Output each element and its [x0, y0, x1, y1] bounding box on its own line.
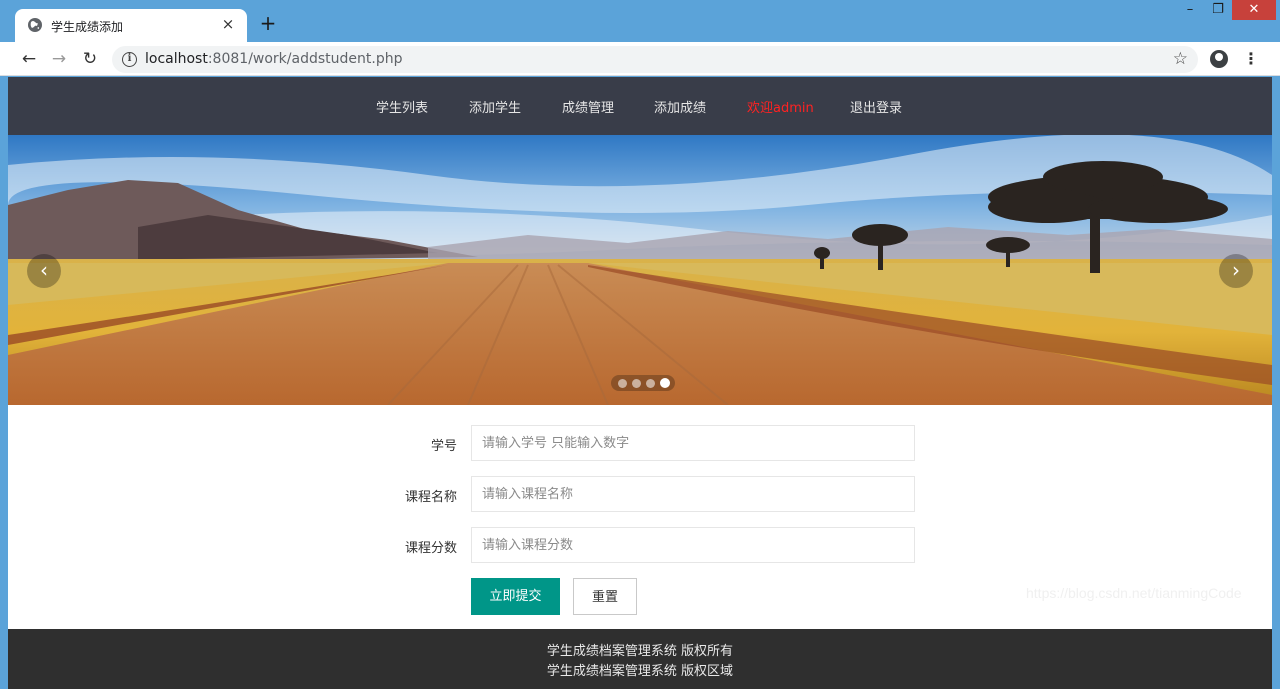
window-minimize-button[interactable]: –: [1176, 0, 1204, 20]
nav-student-list[interactable]: 学生列表: [376, 97, 428, 116]
tab-close-icon[interactable]: ×: [219, 15, 237, 33]
address-bar[interactable]: i localhost:8081/work/addstudent.php ☆: [112, 46, 1198, 73]
browser-tab[interactable]: 学生成绩添加 ×: [15, 9, 247, 42]
course-score-label: 课程分数: [404, 541, 457, 556]
reload-icon[interactable]: ↻: [79, 48, 101, 70]
nav-welcome-user[interactable]: 欢迎admin: [747, 97, 814, 116]
globe-icon: [28, 18, 42, 32]
reset-button[interactable]: 重置: [573, 578, 637, 615]
back-arrow-icon[interactable]: ←: [18, 48, 40, 70]
bookmark-star-icon[interactable]: ☆: [1173, 49, 1188, 69]
carousel-dot-2[interactable]: [632, 379, 641, 388]
nav-add-score[interactable]: 添加成绩: [654, 97, 706, 116]
browser-toolbar: ← → ↻ i localhost:8081/work/addstudent.p…: [0, 42, 1280, 76]
carousel-dot-4[interactable]: [660, 378, 670, 388]
course-name-label: 课程名称: [404, 490, 457, 505]
browser-titlebar: 学生成绩添加 × + – ❐ ✕: [0, 0, 1280, 42]
course-name-input[interactable]: [471, 476, 915, 512]
nav-add-student[interactable]: 添加学生: [469, 97, 521, 116]
page-footer: 学生成绩档案管理系统 版权所有 学生成绩档案管理系统 版权区域: [8, 629, 1272, 689]
browser-menu-icon[interactable]: ⋮: [1242, 48, 1260, 70]
carousel-dot-3[interactable]: [646, 379, 655, 388]
carousel-dot-1[interactable]: [618, 379, 627, 388]
footer-region: 学生成绩档案管理系统 版权区域: [546, 664, 734, 679]
window-close-button[interactable]: ✕: [1232, 0, 1276, 20]
course-score-input[interactable]: [471, 527, 915, 563]
savanna-road-image: [8, 135, 1272, 405]
carousel-indicators: [611, 375, 675, 391]
form-row-student-id: 学号: [8, 425, 1272, 463]
forward-arrow-icon[interactable]: →: [48, 48, 70, 70]
form-row-score: 课程分数: [8, 527, 1272, 565]
nav-score-management[interactable]: 成绩管理: [562, 97, 614, 116]
info-icon[interactable]: i: [122, 52, 137, 67]
footer-copyright: 学生成绩档案管理系统 版权所有: [546, 644, 734, 659]
banner-carousel: ‹ ›: [8, 135, 1272, 405]
nav-logout[interactable]: 退出登录: [850, 97, 902, 116]
watermark-text: https://blog.csdn.net/tianmingCode: [1026, 585, 1242, 601]
tab-title: 学生成绩添加: [51, 20, 124, 34]
student-id-label: 学号: [430, 439, 457, 454]
url-text[interactable]: localhost:8081/work/addstudent.php: [145, 51, 402, 67]
top-navigation: 学生列表 添加学生 成绩管理 添加成绩 欢迎admin 退出登录: [8, 77, 1272, 135]
new-tab-button[interactable]: +: [257, 12, 279, 34]
window-maximize-button[interactable]: ❐: [1204, 0, 1232, 20]
carousel-next-button[interactable]: ›: [1219, 254, 1253, 288]
form-row-course: 课程名称: [8, 476, 1272, 514]
submit-button[interactable]: 立即提交: [471, 578, 560, 615]
student-id-input[interactable]: [471, 425, 915, 461]
carousel-prev-button[interactable]: ‹: [27, 254, 61, 288]
profile-avatar-icon[interactable]: [1210, 50, 1228, 68]
